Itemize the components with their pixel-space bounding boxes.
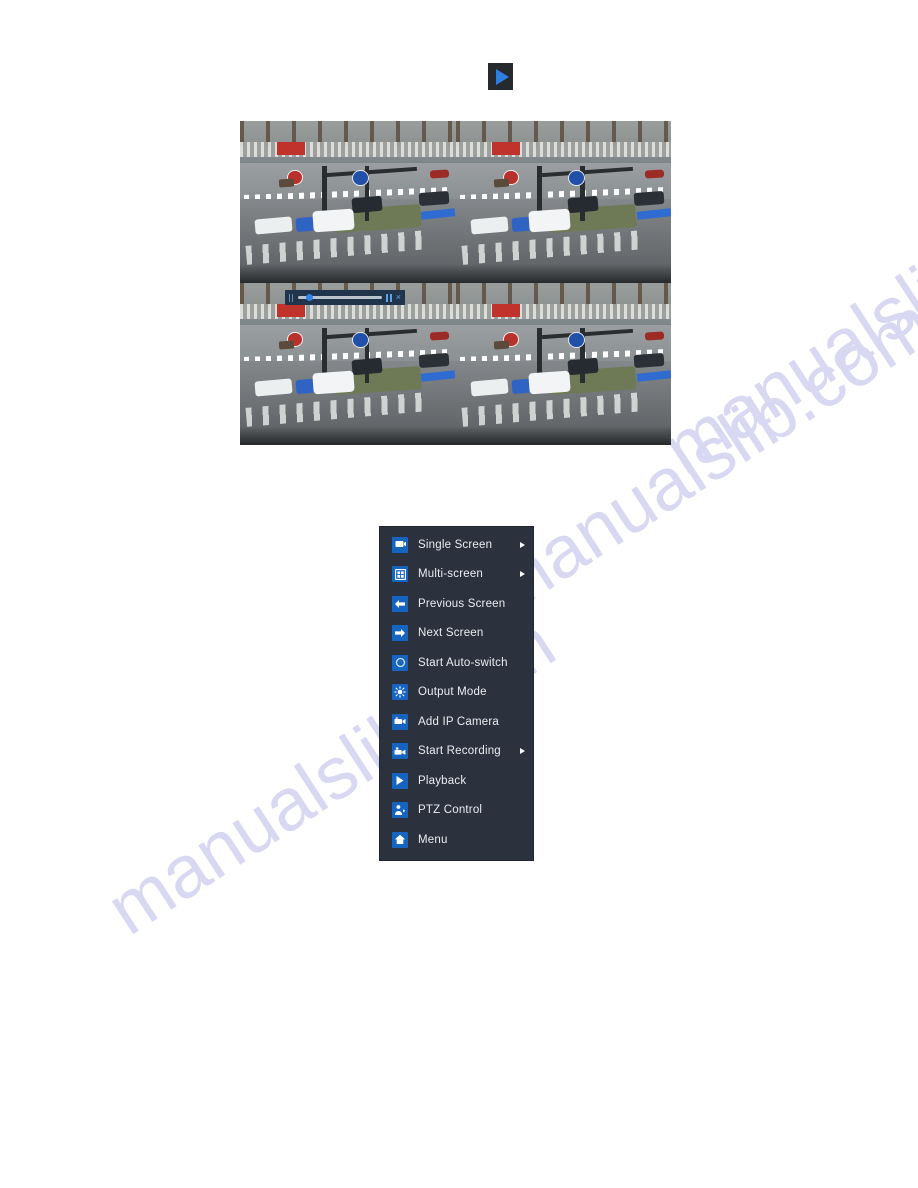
camera-scene [240,121,456,283]
camera-pane-1[interactable] [240,121,456,283]
menu-item-previous-screen[interactable]: Previous Screen [380,589,533,619]
playback-control-bar[interactable]: × [285,290,405,305]
camera-scene [240,283,456,445]
camera-icon [392,713,408,730]
camera-scene [455,121,671,283]
camera-pane-4[interactable] [455,283,671,445]
menu-item-menu[interactable]: Menu [380,825,533,855]
camera-scene [455,283,671,445]
submenu-arrow-icon [520,571,525,578]
home-icon [392,831,408,848]
drag-handle[interactable] [289,293,294,302]
submenu-arrow-icon [520,748,525,755]
arrow-right-icon [392,625,408,642]
menu-item-start-recording[interactable]: Start Recording [380,737,533,767]
menu-item-output-mode[interactable]: Output Mode [380,678,533,708]
play-button[interactable] [488,63,513,90]
menu-item-label: PTZ Control [418,804,483,817]
ptz-icon [392,802,408,819]
play-icon [495,68,509,85]
circle-icon [392,654,408,671]
grid-icon [392,566,408,583]
pause-icon[interactable] [385,293,392,302]
menu-item-label: Start Auto-switch [418,656,508,669]
close-icon[interactable]: × [396,293,401,302]
menu-item-single-screen[interactable]: Single Screen [380,530,533,560]
menu-item-next-screen[interactable]: Next Screen [380,619,533,649]
menu-item-label: Start Recording [418,745,501,758]
menu-item-ptz-control[interactable]: PTZ Control [380,796,533,826]
brightness-icon [392,684,408,701]
menu-item-label: Menu [418,833,448,846]
menu-item-add-ip-camera[interactable]: Add IP Camera [380,707,533,737]
menu-item-label: Output Mode [418,686,487,699]
video-wall [240,121,671,445]
menu-item-label: Single Screen [418,538,493,551]
monitor-icon [392,536,408,553]
camera-pane-3[interactable] [240,283,456,445]
record-icon [392,743,408,760]
menu-item-label: Add IP Camera [418,715,500,728]
camera-pane-2[interactable] [455,121,671,283]
menu-item-label: Next Screen [418,627,484,640]
menu-item-label: Previous Screen [418,597,506,610]
menu-item-playback[interactable]: Playback [380,766,533,796]
play-icon [392,772,408,789]
arrow-left-icon [392,595,408,612]
context-menu: Single Screen Multi-screen Previous Scre… [379,526,534,861]
menu-item-start-auto-switch[interactable]: Start Auto-switch [380,648,533,678]
menu-item-multi-screen[interactable]: Multi-screen [380,560,533,590]
slider-thumb[interactable] [306,294,314,301]
progress-slider[interactable] [298,294,382,301]
submenu-arrow-icon [520,541,525,548]
menu-item-label: Playback [418,774,467,787]
menu-item-label: Multi-screen [418,568,484,581]
watermark-text: manualslib.com [648,140,918,491]
